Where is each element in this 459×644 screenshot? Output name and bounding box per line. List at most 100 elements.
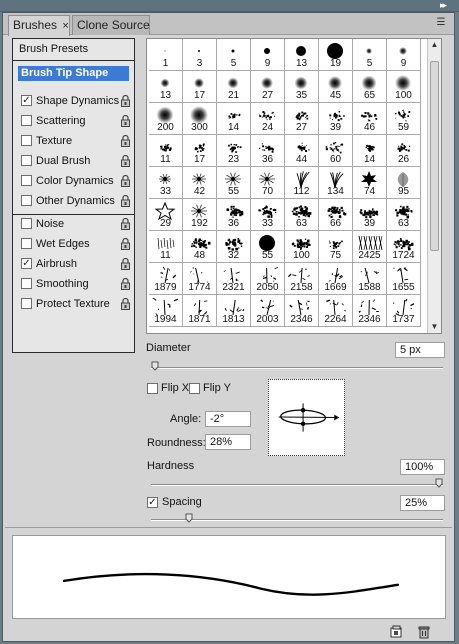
new-preset-icon[interactable] xyxy=(389,625,403,639)
option-checkbox[interactable] xyxy=(21,115,32,126)
brush-tip[interactable]: 29 xyxy=(149,199,183,231)
brush-tip[interactable]: 32 xyxy=(217,231,251,263)
brush-tip[interactable]: 33 xyxy=(251,199,285,231)
flip-x-checkbox[interactable] xyxy=(147,383,158,394)
brush-tip[interactable]: 2264 xyxy=(319,295,353,327)
option-airbrush[interactable]: ✓ Airbrush xyxy=(19,256,131,273)
brush-tip[interactable]: 59 xyxy=(387,103,421,135)
brush-tip[interactable]: 55 xyxy=(251,231,285,263)
brush-tip[interactable]: 13 xyxy=(149,71,183,103)
brush-tip[interactable]: 39 xyxy=(353,199,387,231)
lock-icon[interactable] xyxy=(120,134,131,148)
lock-icon[interactable] xyxy=(120,277,131,291)
brush-tip[interactable]: 19 xyxy=(319,39,353,71)
brush-tip[interactable]: 1724 xyxy=(387,231,421,263)
brush-tip[interactable]: 23 xyxy=(217,135,251,167)
option-wet-edges[interactable]: Wet Edges xyxy=(19,236,131,253)
roundness-field[interactable]: 28% xyxy=(205,434,251,450)
brush-tip[interactable]: 11 xyxy=(149,135,183,167)
brush-tip[interactable]: 14 xyxy=(353,135,387,167)
brush-tip[interactable]: 26 xyxy=(387,135,421,167)
diameter-slider-thumb[interactable] xyxy=(151,361,159,371)
hardness-field[interactable]: 100% xyxy=(400,459,445,475)
tab-brushes[interactable]: Brushes × xyxy=(8,15,70,36)
brush-tip[interactable]: 1737 xyxy=(387,295,421,327)
option-checkbox[interactable] xyxy=(21,238,32,249)
lock-icon[interactable] xyxy=(120,297,131,311)
diameter-field[interactable]: 5 px xyxy=(395,342,445,358)
brush-tip[interactable]: 42 xyxy=(183,167,217,199)
lock-icon[interactable] xyxy=(120,237,131,251)
brush-tip[interactable]: 2050 xyxy=(251,263,285,295)
brush-tip[interactable]: 11 xyxy=(149,231,183,263)
brush-tip[interactable]: 33 xyxy=(149,167,183,199)
brush-tip[interactable]: 60 xyxy=(319,135,353,167)
option-color-dynamics[interactable]: Color Dynamics xyxy=(19,173,131,190)
brush-tip[interactable]: 46 xyxy=(353,103,387,135)
brush-tip[interactable]: 36 xyxy=(251,135,285,167)
brush-tip[interactable]: 100 xyxy=(285,231,319,263)
brush-tip[interactable]: 1879 xyxy=(149,263,183,295)
option-smoothing[interactable]: Smoothing xyxy=(19,276,131,293)
brush-tip[interactable]: 74 xyxy=(353,167,387,199)
brush-tip[interactable]: 17 xyxy=(183,71,217,103)
brush-tip[interactable]: 66 xyxy=(319,199,353,231)
brush-tip[interactable]: 44 xyxy=(285,135,319,167)
lock-icon[interactable] xyxy=(120,194,131,208)
brush-tip[interactable]: 1774 xyxy=(183,263,217,295)
spacing-checkbox[interactable]: ✓ xyxy=(147,497,158,508)
brush-tip[interactable]: 2158 xyxy=(285,263,319,295)
brush-tip[interactable]: 3 xyxy=(183,39,217,71)
option-checkbox[interactable] xyxy=(21,155,32,166)
angle-roundness-preview[interactable] xyxy=(268,379,345,456)
option-checkbox[interactable]: ✓ xyxy=(21,95,32,106)
option-noise[interactable]: Noise xyxy=(19,216,131,233)
brush-tip[interactable]: 75 xyxy=(319,231,353,263)
lock-icon[interactable] xyxy=(120,154,131,168)
close-tab-icon[interactable]: × xyxy=(62,20,68,32)
hardness-slider-thumb[interactable] xyxy=(435,478,443,488)
scroll-up-icon[interactable]: ▲ xyxy=(428,39,441,51)
option-protect-texture[interactable]: Protect Texture xyxy=(19,296,131,313)
spacing-slider-track[interactable] xyxy=(151,519,443,521)
tab-clone-source[interactable]: Clone Source xyxy=(72,15,150,35)
option-checkbox[interactable] xyxy=(21,218,32,229)
panel-menu-icon[interactable]: ☰ xyxy=(434,17,448,29)
trash-icon[interactable] xyxy=(417,625,431,639)
brush-tip[interactable]: 65 xyxy=(353,71,387,103)
scroll-thumb[interactable] xyxy=(430,61,439,251)
angle-field[interactable]: -2° xyxy=(205,411,251,427)
brush-tip[interactable]: 35 xyxy=(285,71,319,103)
brush-tip[interactable]: 2321 xyxy=(217,263,251,295)
option-scattering[interactable]: Scattering xyxy=(19,113,131,130)
brush-tip[interactable]: 200 xyxy=(149,103,183,135)
brush-tip[interactable]: 1655 xyxy=(387,263,421,295)
option-checkbox[interactable]: ✓ xyxy=(21,258,32,269)
brush-tip[interactable]: 112 xyxy=(285,167,319,199)
option-checkbox[interactable] xyxy=(21,298,32,309)
brush-tip[interactable]: 70 xyxy=(251,167,285,199)
brush-tip[interactable]: 27 xyxy=(251,71,285,103)
option-checkbox[interactable] xyxy=(21,135,32,146)
scroll-down-icon[interactable]: ▼ xyxy=(428,321,441,333)
brush-tip[interactable]: 1813 xyxy=(217,295,251,327)
brush-tip[interactable]: 5 xyxy=(217,39,251,71)
hardness-slider-track[interactable] xyxy=(151,484,443,486)
brush-tip[interactable]: 1994 xyxy=(149,295,183,327)
brush-tip[interactable]: 55 xyxy=(217,167,251,199)
collapse-panel-icon[interactable]: ▸▸ xyxy=(440,1,447,10)
brush-tip[interactable]: 100 xyxy=(387,71,421,103)
grid-scrollbar[interactable]: ▲ ▼ xyxy=(427,39,441,333)
brush-tip-shape-item[interactable]: Brush Tip Shape xyxy=(18,66,129,81)
brush-tip[interactable]: 9 xyxy=(251,39,285,71)
brush-tip[interactable]: 63 xyxy=(285,199,319,231)
brush-tip[interactable]: 39 xyxy=(319,103,353,135)
lock-icon[interactable] xyxy=(120,217,131,231)
option-checkbox[interactable] xyxy=(21,278,32,289)
brush-tip[interactable]: 1871 xyxy=(183,295,217,327)
brush-tip[interactable]: 134 xyxy=(319,167,353,199)
spacing-field[interactable]: 25% xyxy=(400,495,445,511)
brush-tip[interactable]: 13 xyxy=(285,39,319,71)
brush-tip[interactable]: 48 xyxy=(183,231,217,263)
brush-tip[interactable]: 27 xyxy=(285,103,319,135)
